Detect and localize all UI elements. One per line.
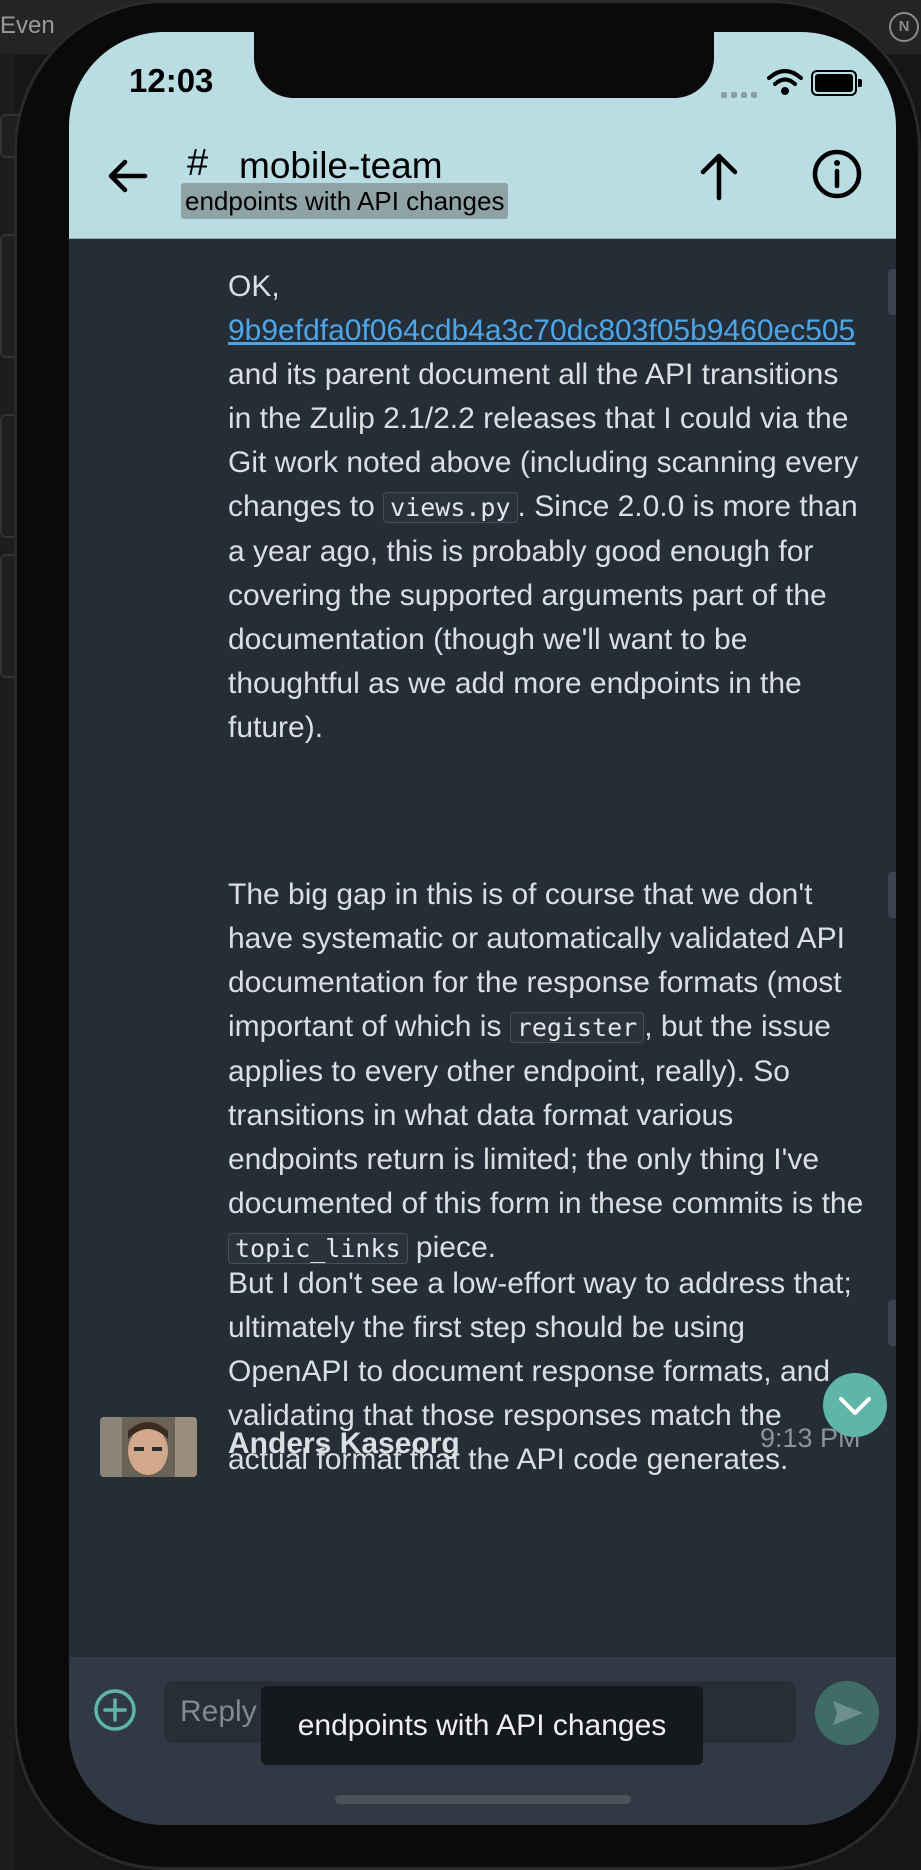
inline-code: register (509, 1012, 645, 1043)
commit-link[interactable]: 9b9efdfa0f064cdb4a3c70dc803f05b9460ec505 (228, 314, 855, 347)
message-paragraph: OK, 9b9efdfa0f064cdb4a3c70dc803f05b9460ec… (228, 265, 868, 750)
avatar[interactable] (100, 1417, 197, 1477)
topic-header: 12:03 # mobile-team endpoints with API c… (69, 32, 896, 239)
battery-icon (811, 70, 862, 96)
arrow-up-icon[interactable] (697, 150, 741, 202)
stream-name[interactable]: mobile-team (239, 145, 443, 187)
message-edge-marker (888, 269, 896, 315)
scroll-to-bottom-button[interactable] (823, 1373, 887, 1437)
info-icon[interactable] (811, 148, 863, 200)
desktop-left-strip (0, 54, 22, 1870)
desktop-window-label: Even (0, 12, 55, 39)
plus-circle-icon[interactable] (93, 1688, 137, 1732)
message-edge-marker (888, 1300, 896, 1346)
cellular-signal-icon (721, 85, 761, 103)
status-time: 12:03 (129, 62, 214, 99)
back-arrow-icon[interactable] (105, 154, 149, 198)
message-text: OK, (228, 270, 280, 303)
inline-code: views.py (383, 492, 518, 523)
stream-hash-icon: # (187, 142, 209, 184)
wifi-icon (767, 69, 803, 95)
message-text: piece. (407, 1231, 496, 1264)
home-indicator[interactable] (335, 1795, 631, 1804)
send-button[interactable] (815, 1681, 879, 1745)
message-text: . Since 2.0.0 is more than a year ago, t… (228, 490, 858, 744)
message-paragraph: The big gap in this is of course that we… (228, 873, 868, 1271)
topic-name[interactable]: endpoints with API changes (181, 183, 509, 219)
send-icon (833, 1701, 863, 1725)
phone-frame: 12:03 # mobile-team endpoints with API c… (14, 0, 921, 1870)
chevron-down-icon (839, 1397, 871, 1415)
topic-tooltip: endpoints with API changes (261, 1686, 703, 1765)
inline-code: topic_links (228, 1233, 408, 1264)
device-notch (254, 32, 714, 98)
phone-screen: 12:03 # mobile-team endpoints with API c… (69, 32, 896, 1825)
message-edge-marker (888, 872, 896, 918)
clipped-previous-line (224, 239, 824, 247)
sender-name[interactable]: Anders Kaseorg (228, 1427, 460, 1461)
